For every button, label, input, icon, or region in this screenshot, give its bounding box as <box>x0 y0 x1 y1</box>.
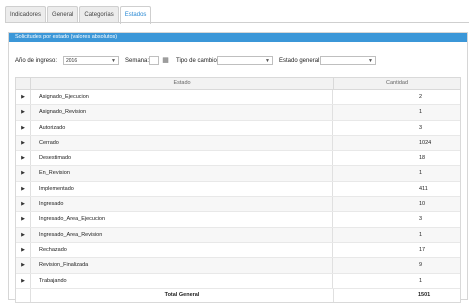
table-body: ▶ Asignado_Ejecucion 2 ▶ Asignado_Revision 1 ▶… <box>16 90 460 289</box>
cantidad-cell: 9 <box>332 258 460 273</box>
estado-cell: Trabajando <box>30 273 332 288</box>
states-table: Estado Cantidad ▶ Asignado_Ejecucion 2 ▶ Asi… <box>15 77 461 303</box>
table-row[interactable]: ▶ Ingresado 10 <box>16 197 460 213</box>
estado-cell: Ingresado <box>30 197 332 212</box>
expand-row-icon[interactable]: ▶ <box>16 228 30 242</box>
total-value: 1501 <box>333 288 460 302</box>
table-row[interactable]: ▶ Ingresado_Area_Revision 1 <box>16 227 460 243</box>
estado-cell: Cerrado <box>30 135 332 151</box>
estado-cell: En_Revision <box>30 166 332 181</box>
calendar-icon[interactable]: ▦ <box>161 56 170 65</box>
total-label: Total General <box>30 288 333 302</box>
expand-row-icon[interactable]: ▶ <box>16 166 30 180</box>
change-type-select[interactable]: ▼ <box>217 56 273 65</box>
cantidad-cell: 3 <box>332 120 460 135</box>
tab-general[interactable]: General <box>47 6 79 23</box>
expand-row-icon[interactable]: ▶ <box>16 182 30 196</box>
cantidad-cell: 17 <box>332 242 460 258</box>
estado-cell: Asignado_Ejecucion <box>30 90 332 105</box>
chevron-down-icon: ▼ <box>265 58 270 64</box>
cantidad-cell: 1 <box>332 227 460 242</box>
general-state-select[interactable]: ▼ <box>320 56 376 65</box>
expand-row-icon[interactable]: ▶ <box>16 151 30 165</box>
table-row[interactable]: ▶ Asignado_Ejecucion 2 <box>16 90 460 106</box>
change-type-label: Tipo de cambio: <box>176 58 219 64</box>
table-row[interactable]: ▶ Ingresado_Area_Ejecucion 3 <box>16 212 460 228</box>
table-row[interactable]: ▶ Revision_Finalizada 9 <box>16 258 460 274</box>
table-row[interactable]: ▶ Rechazado 17 <box>16 242 460 259</box>
estado-cell: Asignado_Revision <box>30 105 332 120</box>
tab-categorias[interactable]: Categorías <box>79 6 119 23</box>
estado-cell: Ingresado_Area_Revision <box>30 227 332 242</box>
table-row[interactable]: ▶ Trabajando 1 <box>16 273 460 289</box>
estado-cell: Ingresado_Area_Ejecucion <box>30 212 332 227</box>
table-row[interactable]: ▶ Desestimado 18 <box>16 151 460 167</box>
table-row[interactable]: ▶ Asignado_Revision 1 <box>16 105 460 121</box>
cantidad-cell: 18 <box>332 151 460 166</box>
panel-title: Solicitudes por estado (valores absoluto… <box>9 33 467 42</box>
chevron-down-icon: ▼ <box>111 58 116 64</box>
table-row[interactable]: ▶ En_Revision 1 <box>16 166 460 182</box>
table-header: Estado Cantidad <box>16 78 460 90</box>
tab-indicadores[interactable]: Indicadores <box>5 6 47 23</box>
table-row[interactable]: ▶ Cerrado 1024 <box>16 135 460 152</box>
estado-cell: Implementado <box>30 181 332 197</box>
expand-row-icon[interactable]: ▶ <box>16 212 30 226</box>
expand-row-icon[interactable]: ▶ <box>16 258 30 272</box>
week-label: Semana: <box>125 58 150 64</box>
cantidad-cell: 10 <box>332 197 460 212</box>
year-label: Año de ingreso: <box>15 58 58 64</box>
cantidad-cell: 2 <box>332 90 460 105</box>
year-value: 2016 <box>66 58 78 64</box>
estado-cell: Desestimado <box>30 151 332 166</box>
expand-row-icon[interactable]: ▶ <box>16 136 30 150</box>
table-row[interactable]: ▶ Implementado 411 <box>16 181 460 198</box>
expand-column-header <box>16 78 30 89</box>
estado-cell: Rechazado <box>30 242 332 258</box>
chevron-down-icon: ▼ <box>368 58 373 64</box>
expand-row-icon[interactable]: ▶ <box>16 90 30 104</box>
total-spacer <box>16 289 30 302</box>
cantidad-cell: 1 <box>332 273 460 288</box>
year-select[interactable]: 2016 ▼ <box>63 56 119 65</box>
cantidad-cell: 1024 <box>332 135 460 151</box>
column-header-estado[interactable]: Estado <box>30 78 333 89</box>
expand-row-icon[interactable]: ▶ <box>16 121 30 135</box>
week-input[interactable] <box>149 56 159 65</box>
general-state-label: Estado general: <box>279 58 322 64</box>
filters-bar: Año de ingreso: 2016 ▼ Semana: ▦ Tipo de… <box>15 56 455 68</box>
estado-cell: Autorizado <box>30 120 332 135</box>
total-row: Total General 1501 <box>16 288 460 302</box>
expand-row-icon[interactable]: ▶ <box>16 105 30 119</box>
states-panel: Solicitudes por estado (valores absoluto… <box>8 32 468 303</box>
cantidad-cell: 3 <box>332 212 460 227</box>
estado-cell: Revision_Finalizada <box>30 258 332 273</box>
table-row[interactable]: ▶ Autorizado 3 <box>16 120 460 136</box>
tab-bar: Indicadores General Categorías Estados <box>5 6 152 24</box>
cantidad-cell: 1 <box>332 166 460 181</box>
expand-row-icon[interactable]: ▶ <box>16 243 30 257</box>
cantidad-cell: 1 <box>332 105 460 120</box>
column-header-cantidad[interactable]: Cantidad <box>333 78 460 89</box>
expand-row-icon[interactable]: ▶ <box>16 197 30 211</box>
tab-divider <box>5 22 469 23</box>
expand-row-icon[interactable]: ▶ <box>16 274 30 288</box>
cantidad-cell: 411 <box>332 181 460 197</box>
